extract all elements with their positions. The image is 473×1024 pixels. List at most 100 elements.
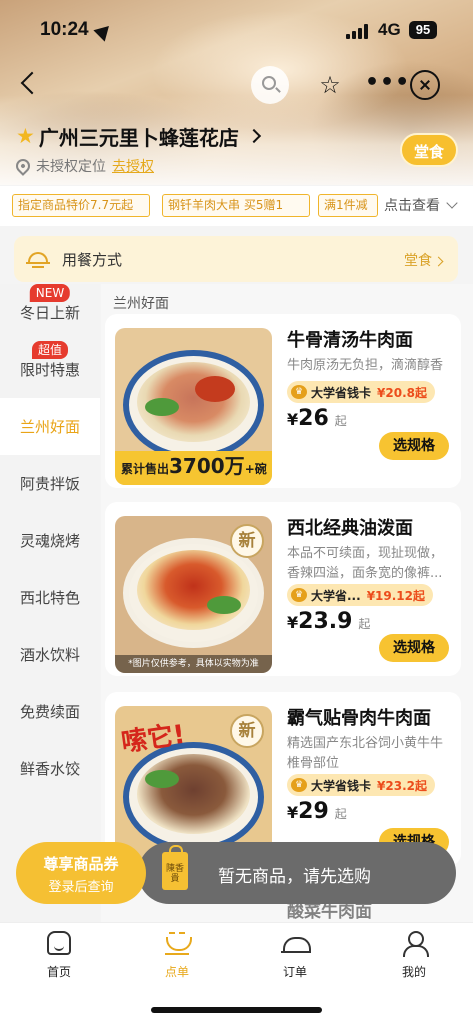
promo-tag[interactable]: 满1件减 <box>318 194 378 217</box>
sidebar-item-label: 兰州好面 <box>19 418 80 436</box>
cart-empty-message: 暂无商品，请先选购 <box>218 867 371 887</box>
tab-profile[interactable]: 我的 <box>379 931 449 981</box>
location-arrow-icon <box>93 20 115 42</box>
product-card[interactable]: 嗦它! 新 霸气贴骨肉牛肉面 精选国产东北谷饲小黄牛牛椎骨部位 ♛ 大学省钱卡 … <box>105 692 461 866</box>
home-icon <box>47 931 71 955</box>
crown-icon: ♛ <box>291 385 307 399</box>
favorite-button[interactable]: ☆ <box>311 66 349 104</box>
sidebar-item-label: 阿贵拌饭 <box>19 475 80 493</box>
store-header: 10:24 4G 95 ☆ ••• ★ 广州三元里卜蜂莲花店 未授权定位 去授权… <box>0 0 473 185</box>
store-name: 广州三元里卜蜂莲花店 <box>38 125 239 150</box>
store-selector[interactable]: ★ 广州三元里卜蜂莲花店 <box>16 121 261 151</box>
location-status: 未授权定位 <box>36 159 106 175</box>
tab-orders[interactable]: 订单 <box>260 931 330 981</box>
star-outline-icon: ☆ <box>319 71 341 99</box>
product-card[interactable]: 累计售出3700万+碗 牛骨清汤牛肉面 牛肉原汤无负担，滴滴醇香 ♛ 大学省钱卡… <box>105 314 461 488</box>
coupon-button[interactable]: 尊享商品券 登录后查询 <box>16 842 146 904</box>
sidebar-item-label: 灵魂烧烤 <box>19 532 80 550</box>
product-price: ¥29 起 <box>287 799 347 824</box>
select-spec-button[interactable]: 选规格 <box>379 634 449 662</box>
more-button[interactable]: ••• <box>365 66 409 104</box>
shopping-bag-icon: 陳香貴 <box>162 845 188 890</box>
close-button[interactable] <box>410 70 440 100</box>
tab-label: 订单 <box>282 965 307 979</box>
tab-home[interactable]: 首页 <box>24 931 94 981</box>
network-type: 4G <box>378 20 401 39</box>
product-card[interactable]: 新 *图片仅供参考，具体以实物为准 西北经典油泼面 本品不可续面，现扯现做，香辣… <box>105 502 461 676</box>
sidebar-item-dumplings[interactable]: 鲜香水饺 <box>0 740 100 797</box>
dish-cloche-icon <box>281 931 311 955</box>
product-price: ¥26 起 <box>287 406 347 431</box>
sidebar-item-winter-new[interactable]: NEW 冬日上新 <box>0 284 100 341</box>
crown-icon: ♛ <box>291 588 307 602</box>
dine-mode-badge[interactable]: 堂食 <box>400 133 458 167</box>
price-value: 29 <box>298 799 329 824</box>
tab-order-food[interactable]: 点单 <box>142 931 212 981</box>
price-suffix: 起 <box>334 414 347 428</box>
dining-method-value: 堂食 <box>404 250 444 270</box>
new-badge: NEW <box>29 284 71 302</box>
price-currency: ¥ <box>287 613 299 632</box>
status-bar: 10:24 4G 95 <box>0 18 473 44</box>
promo-view-more[interactable]: 点击查看 <box>380 194 458 218</box>
member-price: ¥23.2起 <box>377 778 427 793</box>
new-badge: 新 <box>230 714 264 748</box>
price-currency: ¥ <box>287 803 299 822</box>
product-name: 霸气贴骨肉牛肉面 <box>287 708 431 729</box>
member-card-label: 大学省钱卡 <box>311 778 372 793</box>
product-name: 牛骨清汤牛肉面 <box>287 330 413 351</box>
product-image: 嗦它! 新 <box>115 706 272 863</box>
search-button[interactable] <box>251 66 289 104</box>
chevron-right-icon <box>246 128 261 144</box>
product-desc: 本品不可续面，现扯现做，香辣四溢，面条宽的像裤... <box>287 546 444 581</box>
dish-cover-icon <box>26 248 50 270</box>
back-button[interactable] <box>16 70 44 98</box>
status-time: 10:24 <box>40 19 89 40</box>
location-row: 未授权定位 去授权 <box>13 156 154 176</box>
tab-label: 我的 <box>401 965 426 979</box>
new-badge: 新 <box>230 524 264 558</box>
product-image: 新 *图片仅供参考，具体以实物为准 <box>115 516 272 673</box>
value-badge: 超值 <box>31 341 69 359</box>
authorize-link[interactable]: 去授权 <box>112 156 154 176</box>
location-pin-icon <box>13 156 33 176</box>
sidebar-item-northwest[interactable]: 西北特色 <box>0 569 100 626</box>
sidebar-item-label: 酒水饮料 <box>19 646 80 664</box>
user-icon <box>402 931 429 957</box>
caption-prefix: 累计售出 <box>121 462 170 476</box>
coupon-subtitle: 登录后查询 <box>48 880 114 895</box>
member-price-pill: ♛ 大学省钱卡 ¥23.2起 <box>287 774 435 796</box>
product-desc: 精选国产东北谷饲小黄牛牛椎骨部位 <box>287 736 444 771</box>
product-desc: 牛肉原汤无负担，滴滴醇香 <box>287 358 444 373</box>
coupon-title: 尊享商品券 <box>43 855 119 873</box>
caption-suffix: +碗 <box>244 462 267 476</box>
dining-method-row[interactable]: 用餐方式 堂食 <box>14 236 458 282</box>
home-indicator <box>151 1007 322 1013</box>
product-name: 西北经典油泼面 <box>287 518 413 539</box>
promo-row: 指定商品特价7.7元起 钢钎羊肉大串 买5赠1 满1件减 点击查看 <box>0 186 473 226</box>
sidebar-item-label: 免费续面 <box>19 703 80 721</box>
chevron-right-icon <box>433 256 444 267</box>
member-card-label: 大学省... <box>311 588 361 603</box>
member-price-pill: ♛ 大学省钱卡 ¥20.8起 <box>287 381 435 403</box>
sidebar-item-free-refill[interactable]: 免费续面 <box>0 683 100 740</box>
cart-bar[interactable]: 陳香貴 暂无商品，请先选购 <box>138 842 456 904</box>
member-price: ¥20.8起 <box>377 385 427 400</box>
select-spec-button[interactable]: 选规格 <box>379 432 449 460</box>
promo-tag[interactable]: 指定商品特价7.7元起 <box>12 194 150 217</box>
crown-icon: ♛ <box>291 778 307 792</box>
sidebar-item-lanzhou-noodles[interactable]: 兰州好面 <box>0 398 100 455</box>
sidebar-item-limited-deals[interactable]: 超值 限时特惠 <box>0 341 100 398</box>
tab-label: 首页 <box>46 965 71 979</box>
sidebar-item-drinks[interactable]: 酒水饮料 <box>0 626 100 683</box>
promo-tag[interactable]: 钢钎羊肉大串 买5赠1 <box>162 194 310 217</box>
sidebar-item-bbq[interactable]: 灵魂烧烤 <box>0 512 100 569</box>
caption-number: 3700万 <box>169 454 245 478</box>
member-price-pill: ♛ 大学省... ¥19.12起 <box>287 584 433 606</box>
signal-icon <box>346 23 372 39</box>
dining-method-label: 用餐方式 <box>62 251 123 269</box>
sidebar-item-label: 鲜香水饺 <box>19 760 80 778</box>
sidebar-item-label: 冬日上新 <box>19 304 80 322</box>
sidebar-item-agui-rice[interactable]: 阿贵拌饭 <box>0 455 100 512</box>
product-image: 累计售出3700万+碗 <box>115 328 272 485</box>
